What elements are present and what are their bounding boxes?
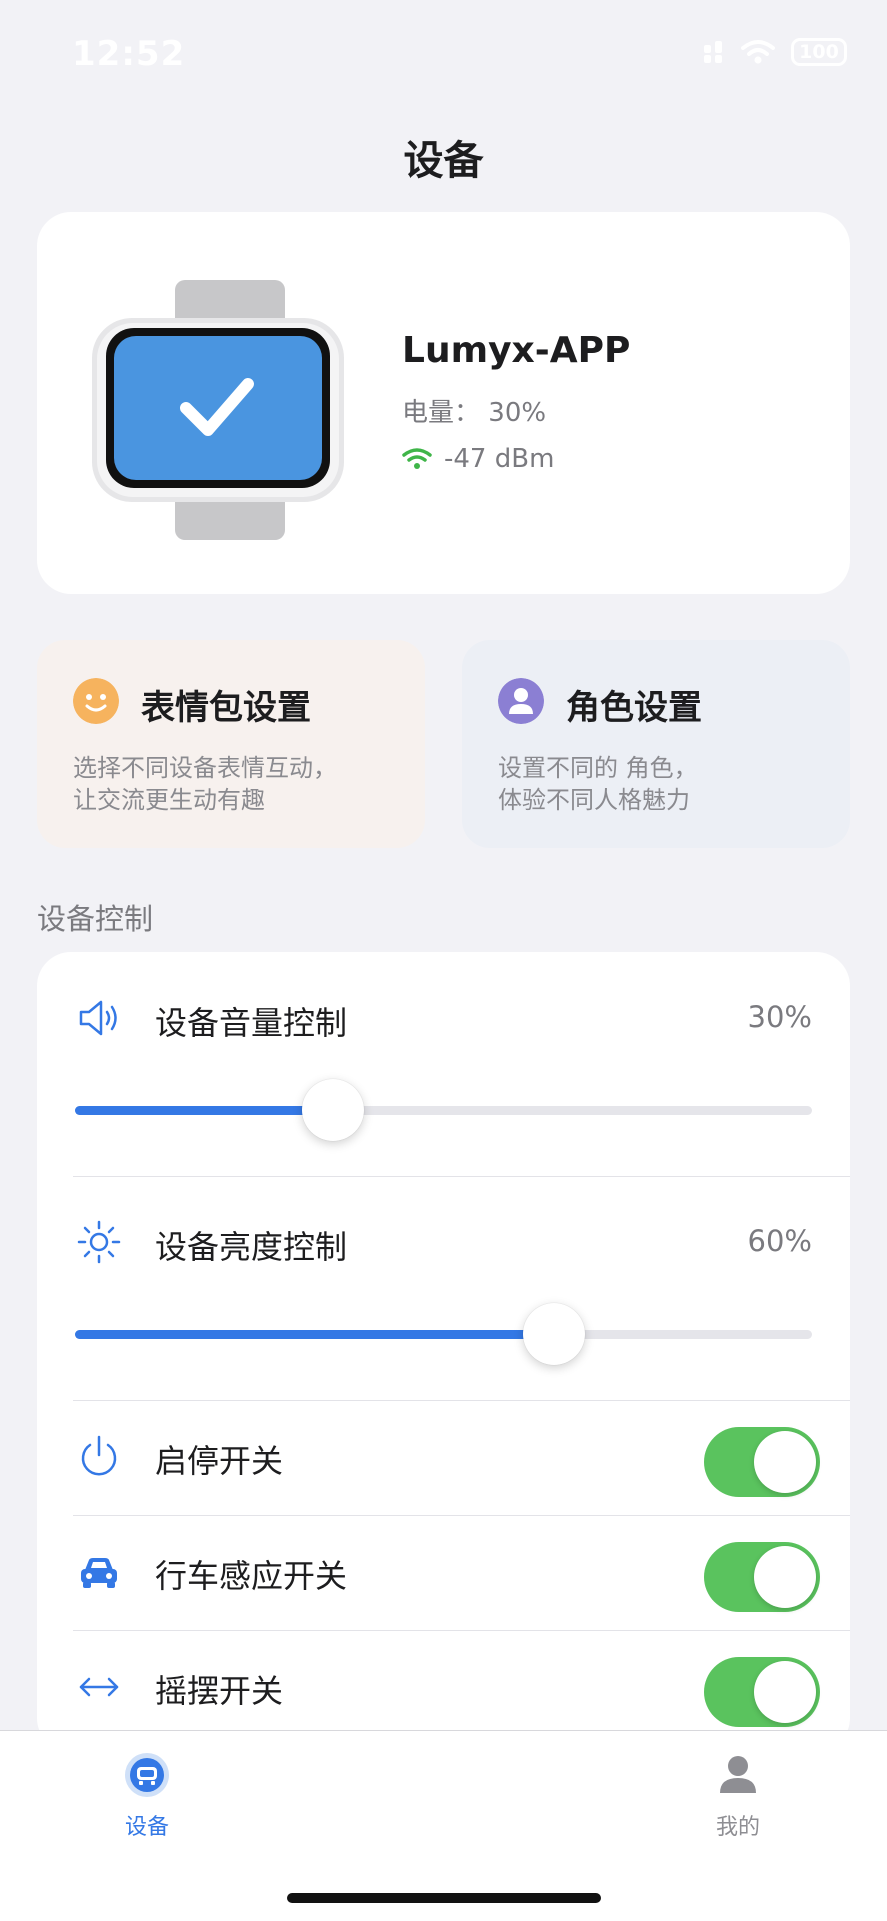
brightness-icon [77, 1220, 121, 1264]
role-desc-line1: 设置不同的 角色， [498, 754, 698, 782]
toggle-knob [754, 1661, 816, 1723]
driving-sensor-row: 行车感应开关 [37, 1515, 850, 1630]
volume-label: 设备音量控制 [155, 1004, 348, 1042]
status-bar: 12:52 100 [0, 0, 887, 110]
swing-switch[interactable] [704, 1657, 820, 1727]
brightness-slider-fill [75, 1330, 555, 1339]
swing-switch-label: 摇摆开关 [155, 1672, 284, 1710]
device-name: Lumyx-APP [402, 330, 631, 371]
tab-profile-label: 我的 [715, 1815, 760, 1840]
watch-image [92, 280, 344, 540]
toggle-knob [754, 1431, 816, 1493]
person-icon [498, 678, 544, 724]
emoji-settings-title: 表情包设置 [141, 688, 311, 728]
tab-device[interactable]: 设备 [87, 1751, 207, 1841]
volume-control-row: 设备音量控制 30% [37, 952, 850, 1176]
speaker-icon [79, 1000, 117, 1036]
brightness-value: 60% [747, 1224, 812, 1258]
brightness-slider[interactable] [75, 1303, 812, 1365]
volume-value: 30% [747, 1000, 812, 1034]
device-battery: 电量： 30% [402, 392, 546, 429]
battery-status-value: 100 [799, 41, 839, 63]
battery-status: 100 [791, 38, 847, 66]
emoji-desc-line2: 让交流更生动有趣 [73, 786, 265, 814]
emoji-settings-card[interactable]: 表情包设置 选择不同设备表情互动， 让交流更生动有趣 [37, 640, 425, 848]
device-control-section-title: 设备控制 [37, 902, 154, 936]
driving-sensor-label: 行车感应开关 [155, 1557, 348, 1595]
smiley-icon [73, 678, 119, 724]
profile-tab-icon [720, 1756, 756, 1793]
wifi-signal-icon [402, 448, 432, 469]
toggle-knob [754, 1546, 816, 1608]
signal-value: -47 dBm [444, 444, 555, 474]
power-switch[interactable] [704, 1427, 820, 1497]
volume-slider-fill [75, 1106, 333, 1115]
volume-slider[interactable] [75, 1079, 812, 1141]
home-indicator [287, 1893, 601, 1903]
cellular-icon [704, 41, 722, 63]
brightness-control-row: 设备亮度控制 60% [37, 1176, 850, 1400]
wifi-status-icon [741, 40, 775, 64]
brightness-slider-thumb[interactable] [523, 1303, 586, 1365]
status-time: 12:52 [72, 34, 186, 74]
power-switch-label: 启停开关 [155, 1442, 284, 1480]
role-desc-line2: 体验不同人格魅力 [498, 786, 690, 814]
car-icon [81, 1558, 117, 1588]
swing-switch-row: 摇摆开关 [37, 1630, 850, 1745]
role-settings-title: 角色设置 [566, 688, 702, 728]
role-settings-desc: 设置不同的 角色， 体验不同人格魅力 [498, 752, 698, 816]
battery-value: 30% [488, 398, 547, 428]
status-icons: 100 [703, 38, 847, 66]
power-switch-row: 启停开关 [37, 1400, 850, 1515]
role-settings-card[interactable]: 角色设置 设置不同的 角色， 体验不同人格魅力 [462, 640, 850, 848]
brightness-label: 设备亮度控制 [155, 1228, 348, 1266]
power-icon [81, 1435, 117, 1476]
driving-sensor-switch[interactable] [704, 1542, 820, 1612]
device-tab-icon [125, 1753, 169, 1797]
volume-slider-thumb[interactable] [301, 1079, 364, 1141]
tab-device-label: 设备 [124, 1815, 169, 1840]
device-control-card: 设备音量控制 30% 设备亮度控制 60% 启停开关 行车感应开关 摇摆开关 [37, 952, 850, 1752]
emoji-settings-desc: 选择不同设备表情互动， 让交流更生动有趣 [73, 752, 337, 816]
device-signal: -47 dBm [402, 444, 554, 474]
page-title: 设备 [403, 138, 484, 184]
swing-arrows-icon [79, 1677, 119, 1697]
tab-profile[interactable]: 我的 [678, 1751, 798, 1841]
device-card[interactable]: Lumyx-APP 电量： 30% -47 dBm [37, 212, 850, 594]
battery-label: 电量： [402, 398, 481, 428]
emoji-desc-line1: 选择不同设备表情互动， [73, 754, 337, 782]
